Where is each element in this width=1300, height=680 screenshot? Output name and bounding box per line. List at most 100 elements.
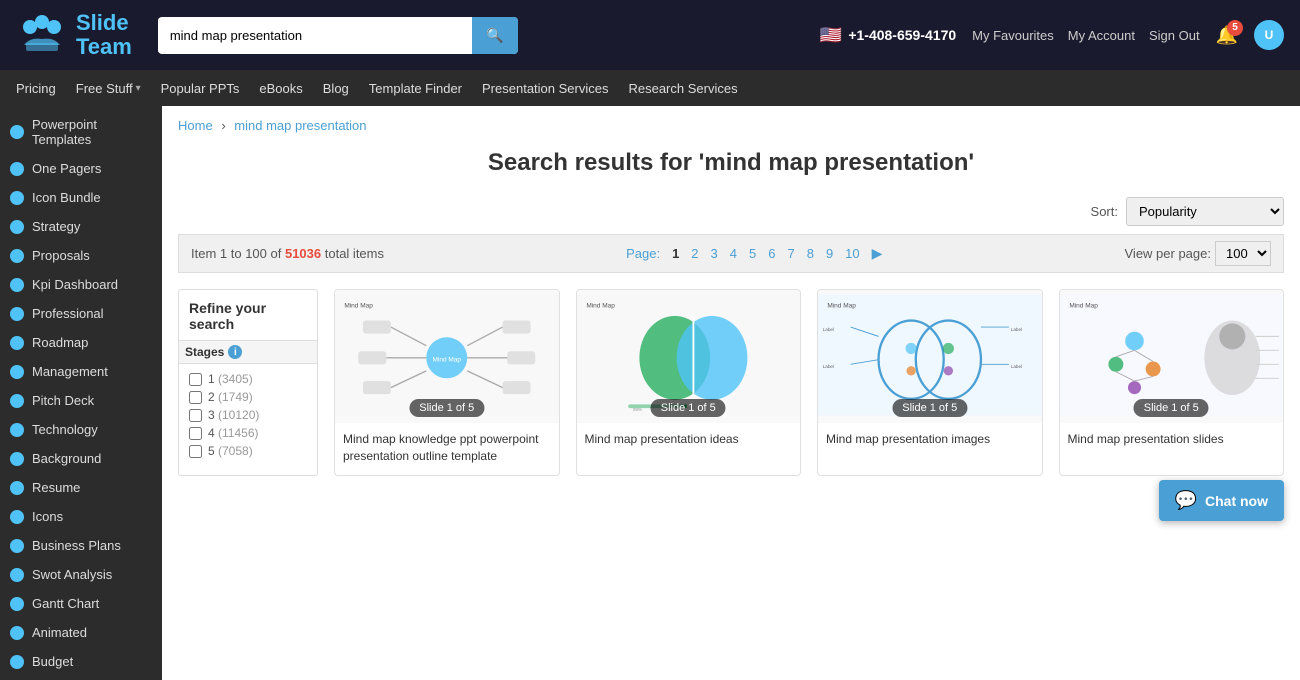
filter-label: Stages [185,345,224,359]
sidebar-item-background[interactable]: Background [0,444,162,473]
sidebar: Powerpoint Templates One Pagers Icon Bun… [0,106,162,680]
nav-research-services[interactable]: Research Services [628,81,737,96]
sidebar-dot-icon [10,162,24,176]
sidebar-item-management[interactable]: Management [0,357,162,386]
page-num-2[interactable]: 2 [687,244,702,263]
sidebar-item-proposals[interactable]: Proposals [0,241,162,270]
product-card-1[interactable]: Mind Map Mind Map [334,289,560,476]
chat-label: Chat now [1205,493,1268,509]
sidebar-item-icon-bundle[interactable]: Icon Bundle [0,183,162,212]
sidebar-item-technology[interactable]: Technology [0,415,162,444]
nav-popular-ppts[interactable]: Popular PPTs [161,81,240,96]
sidebar-label: Business Plans [32,538,121,553]
pagination-next-arrow[interactable]: ▶ [868,243,887,264]
sidebar-item-animated[interactable]: Animated [0,618,162,647]
nav-blog[interactable]: Blog [323,81,349,96]
svg-text:Mind Map: Mind Map [827,303,856,310]
pagination-suffix: total items [325,246,384,261]
sort-select[interactable]: Popularity Newest Oldest Price: Low to H… [1126,197,1284,226]
notification-count: 5 [1227,20,1243,36]
cards-grid: Mind Map Mind Map [334,289,1284,476]
filter-checkbox-5[interactable] [189,445,202,458]
my-account-link[interactable]: My Account [1068,28,1135,43]
sidebar-item-powerpoint-templates[interactable]: Powerpoint Templates [0,110,162,154]
main-content: Home › mind map presentation Search resu… [162,106,1300,680]
sidebar-item-business-plans[interactable]: Business Plans [0,531,162,560]
avatar[interactable]: U [1254,20,1284,50]
page-num-1[interactable]: 1 [668,244,683,263]
page-num-3[interactable]: 3 [707,244,722,263]
page-num-5[interactable]: 5 [745,244,760,263]
flag-icon: 🇺🇸 [820,25,842,46]
breadcrumb-separator: › [221,118,225,133]
sign-out-link[interactable]: Sign Out [1149,28,1200,43]
view-per-page: View per page: 100 50 25 [1125,241,1272,266]
sidebar-dot-icon [10,423,24,437]
chat-icon: 💬 [1175,490,1197,511]
svg-text:Label: Label [1011,327,1022,332]
sidebar-item-strategy[interactable]: Strategy [0,212,162,241]
search-input[interactable] [158,18,473,53]
nav-presentation-services[interactable]: Presentation Services [482,81,608,96]
filter-checkbox-3[interactable] [189,409,202,422]
sidebar-item-kpi-dashboard[interactable]: Kpi Dashboard [0,270,162,299]
sidebar-dot-icon [10,249,24,263]
filter-checkbox-2[interactable] [189,391,202,404]
card-badge-1: Slide 1 of 5 [409,399,484,417]
sidebar-item-swot-analysis[interactable]: Swot Analysis [0,560,162,589]
page-num-8[interactable]: 8 [803,244,818,263]
filter-row-3: 3 (10120) [189,406,307,424]
svg-text:Label: Label [823,327,834,332]
filter-label-4[interactable]: 4 (11456) [208,426,259,440]
nav-ebooks[interactable]: eBooks [259,81,302,96]
card-title-3: Mind map presentation images [818,423,1042,458]
svg-text:Label: Label [1011,364,1022,369]
card-title-4: Mind map presentation slides [1060,423,1284,458]
filter-label-2[interactable]: 2 (1749) [208,390,253,404]
sidebar-item-budget[interactable]: Budget [0,647,162,676]
product-card-4[interactable]: Mind Map [1059,289,1285,476]
page-num-4[interactable]: 4 [726,244,741,263]
header-right: 🇺🇸 +1-408-659-4170 My Favourites My Acco… [820,20,1284,50]
pagination-total: 51036 [285,246,321,261]
svg-text:Mind Map: Mind Map [432,357,461,364]
sidebar-label: Technology [32,422,98,437]
sidebar-item-resume[interactable]: Resume [0,473,162,502]
my-favourites-link[interactable]: My Favourites [972,28,1054,43]
filter-label-5[interactable]: 5 (7058) [208,444,253,458]
filter-label-1[interactable]: 1 (3405) [208,372,253,386]
sidebar-item-professional[interactable]: Professional [0,299,162,328]
page-num-10[interactable]: 10 [841,244,863,263]
page-num-9[interactable]: 9 [822,244,837,263]
filter-label-3[interactable]: 3 (10120) [208,408,259,422]
notification-bell[interactable]: 🔔 5 [1216,25,1238,46]
filter-checkbox-4[interactable] [189,427,202,440]
sidebar-item-icons[interactable]: Icons [0,502,162,531]
card-title-2: Mind map presentation ideas [577,423,801,458]
page-num-7[interactable]: 7 [783,244,798,263]
nav-free-stuff[interactable]: Free Stuff ▾ [76,81,141,96]
sidebar-label: Management [32,364,108,379]
page-num-6[interactable]: 6 [764,244,779,263]
nav-bar: Pricing Free Stuff ▾ Popular PPTs eBooks… [0,70,1300,106]
chat-widget[interactable]: 💬 Chat now [1159,480,1284,521]
sidebar-item-one-pagers[interactable]: One Pagers [0,154,162,183]
sidebar-label: Strategy [32,219,80,234]
sidebar-item-gantt-chart[interactable]: Gantt Chart [0,589,162,618]
nav-template-finder[interactable]: Template Finder [369,81,462,96]
logo[interactable]: Slide Team [16,9,132,61]
view-per-page-select[interactable]: 100 50 25 [1215,241,1271,266]
nav-pricing[interactable]: Pricing [16,81,56,96]
sidebar-dot-icon [10,394,24,408]
search-button[interactable]: 🔍 [472,17,517,54]
svg-text:Mind Map: Mind Map [344,303,373,310]
filter-checkbox-1[interactable] [189,373,202,386]
product-card-2[interactable]: Mind Map 99% Slide 1 of 5 Mind map [576,289,802,476]
card-image-wrap-2: Mind Map 99% Slide 1 of 5 [577,290,801,423]
breadcrumb-current[interactable]: mind map presentation [234,118,366,133]
sidebar-item-roadmap[interactable]: Roadmap [0,328,162,357]
sidebar-item-pitch-deck[interactable]: Pitch Deck [0,386,162,415]
sidebar-dot-icon [10,597,24,611]
product-card-3[interactable]: Mind Map Label Label [817,289,1043,476]
breadcrumb-home[interactable]: Home [178,118,213,133]
